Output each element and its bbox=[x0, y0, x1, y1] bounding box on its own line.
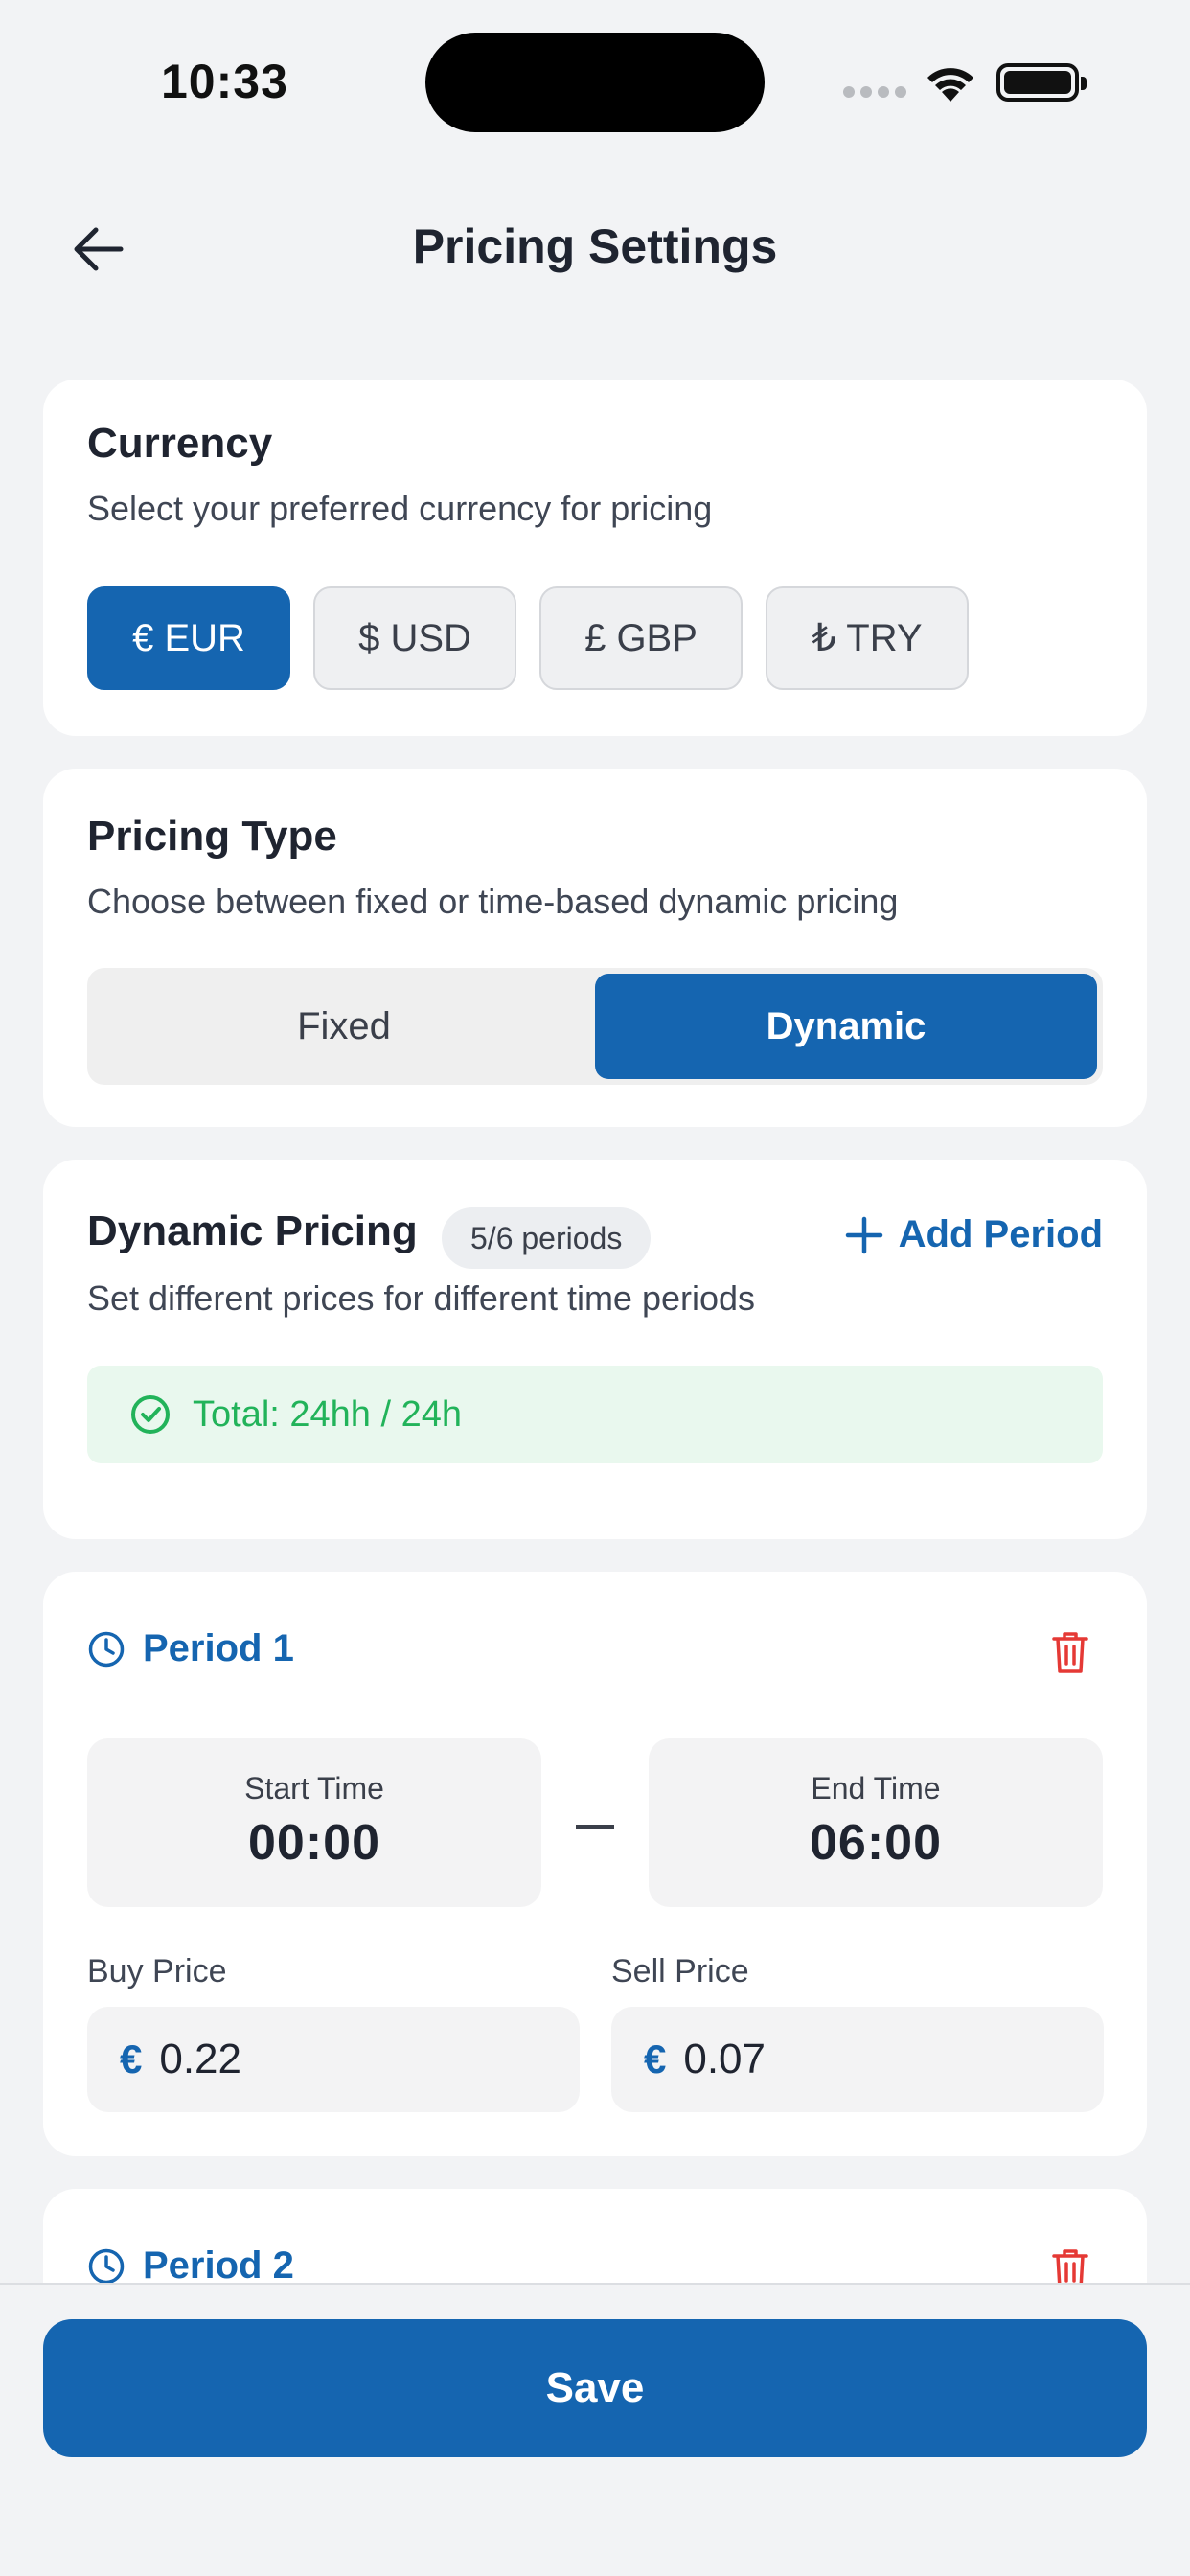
start-time-label: Start Time bbox=[244, 1771, 384, 1806]
periods-count-badge: 5/6 periods bbox=[442, 1208, 652, 1269]
time-range-separator bbox=[576, 1825, 614, 1828]
plus-icon bbox=[845, 1216, 882, 1254]
total-hours-status: Total: 24hh / 24h bbox=[87, 1366, 1103, 1463]
sell-price-input[interactable]: € 0.07 bbox=[611, 2007, 1104, 2112]
dynamic-pricing-title: Dynamic Pricing bbox=[87, 1208, 418, 1254]
add-period-button[interactable]: Add Period bbox=[845, 1213, 1103, 1256]
pricing-type-dynamic[interactable]: Dynamic bbox=[595, 974, 1097, 1079]
currency-option-try[interactable]: ₺ TRY bbox=[766, 586, 969, 690]
buy-price-value: 0.22 bbox=[159, 2036, 241, 2082]
currency-options: € EUR $ USD £ GBP ₺ TRY bbox=[87, 586, 969, 690]
dynamic-pricing-card: Dynamic Pricing 5/6 periods Add Period S… bbox=[43, 1160, 1147, 1539]
period-title: Period 1 bbox=[143, 1627, 294, 1669]
currency-option-usd[interactable]: $ USD bbox=[313, 586, 516, 690]
start-time-picker[interactable]: Start Time 00:00 bbox=[87, 1738, 541, 1907]
pricing-type-segmented-control: Fixed Dynamic bbox=[87, 968, 1103, 1085]
buy-price-label: Buy Price bbox=[87, 1953, 227, 1990]
clock-icon bbox=[88, 2248, 125, 2284]
wifi-icon bbox=[922, 59, 979, 108]
dynamic-pricing-subtitle: Set different prices for different time … bbox=[87, 1278, 756, 1318]
period-title: Period 2 bbox=[143, 2244, 294, 2287]
pricing-type-card: Pricing Type Choose between fixed or tim… bbox=[43, 769, 1147, 1127]
clock-icon bbox=[88, 1631, 125, 1667]
page-title: Pricing Settings bbox=[412, 219, 778, 273]
pricing-type-fixed[interactable]: Fixed bbox=[93, 974, 595, 1079]
delete-period-button[interactable] bbox=[1051, 1629, 1089, 1680]
dynamic-island bbox=[425, 33, 765, 132]
check-circle-icon bbox=[131, 1395, 170, 1434]
currency-title: Currency bbox=[87, 420, 273, 467]
currency-option-gbp[interactable]: £ GBP bbox=[539, 586, 743, 690]
add-period-label: Add Period bbox=[898, 1213, 1103, 1255]
pricing-settings-screen: 10:33 Pricing Settings Currency Select y… bbox=[0, 0, 1190, 2576]
sell-currency-symbol: € bbox=[644, 2036, 667, 2082]
end-time-picker[interactable]: End Time 06:00 bbox=[649, 1738, 1103, 1907]
battery-icon bbox=[996, 63, 1087, 102]
pricing-type-subtitle: Choose between fixed or time-based dynam… bbox=[87, 882, 899, 921]
currency-card: Currency Select your preferred currency … bbox=[43, 380, 1147, 736]
trash-icon bbox=[1052, 1632, 1088, 1673]
total-hours-text: Total: 24hh / 24h bbox=[193, 1393, 462, 1435]
pricing-type-title: Pricing Type bbox=[87, 813, 337, 860]
buy-price-input[interactable]: € 0.22 bbox=[87, 2007, 580, 2112]
end-time-value: 06:00 bbox=[810, 1815, 942, 1871]
status-time: 10:33 bbox=[161, 55, 288, 108]
currency-subtitle: Select your preferred currency for prici… bbox=[87, 489, 713, 528]
period-header: Period 1 bbox=[87, 1627, 294, 1670]
period-card: Period 1 Start Time 00:00 End Time 06:00… bbox=[43, 1572, 1147, 2156]
start-time-value: 00:00 bbox=[248, 1815, 380, 1871]
bottom-action-bar: Save bbox=[0, 2283, 1190, 2576]
sell-price-value: 0.07 bbox=[683, 2036, 766, 2082]
save-button[interactable]: Save bbox=[43, 2319, 1147, 2457]
cellular-signal-icon bbox=[843, 86, 906, 98]
buy-currency-symbol: € bbox=[120, 2036, 143, 2082]
end-time-label: End Time bbox=[811, 1771, 941, 1806]
sell-price-label: Sell Price bbox=[611, 1953, 749, 1990]
period-header: Period 2 bbox=[87, 2244, 294, 2288]
currency-option-eur[interactable]: € EUR bbox=[87, 586, 290, 690]
